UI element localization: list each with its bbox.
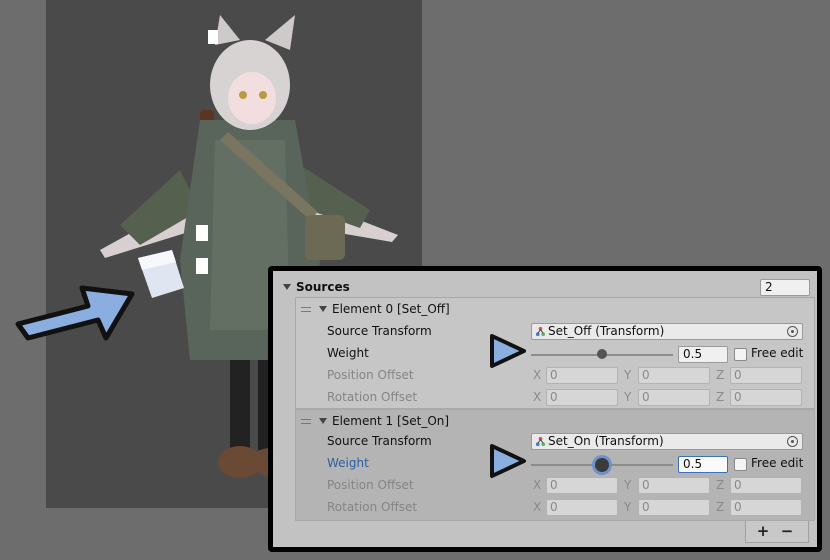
source-transform-value: Set_Off (Transform) [548,324,665,338]
transform-icon [535,326,546,337]
rotation-x-field[interactable]: 0 [546,389,618,406]
element-1-header[interactable]: Element 1 [Set_On] [301,411,449,431]
foldout-triangle-icon [319,306,327,312]
weight-field[interactable]: 0.5 [678,456,728,473]
position-x-field[interactable]: 0 [546,477,618,494]
source-transform-field[interactable]: Set_On (Transform) [531,433,803,450]
sources-title: Sources [296,280,350,294]
object-picker-icon[interactable] [787,326,798,337]
axis-x-label: X [533,500,542,514]
source-transform-label: Source Transform [327,324,432,338]
rotation-offset-label: Rotation Offset [327,390,418,404]
rotation-z-field[interactable]: 0 [730,389,802,406]
drag-handle-icon[interactable] [301,418,311,424]
rotation-x-field[interactable]: 0 [546,499,618,516]
inspector-panel: Sources 2 Element 0 [Set_Off] Source Tra… [268,266,822,552]
position-offset-label: Position Offset [327,368,414,382]
rotation-offset-label: Rotation Offset [327,500,418,514]
free-edit-checkbox[interactable] [734,458,747,471]
transform-icon [535,436,546,447]
rotation-y-field[interactable]: 0 [638,499,710,516]
free-edit-label: Free edit [751,456,804,470]
axis-y-label: Y [624,390,632,404]
play-arrow-icon [490,444,526,478]
element-0-header[interactable]: Element 0 [Set_Off] [301,299,450,319]
free-edit-checkbox[interactable] [734,348,747,361]
weight-label: Weight [327,346,369,360]
axis-y-label: Y [624,368,632,382]
weight-label: Weight [327,456,369,470]
position-offset-label: Position Offset [327,478,414,492]
rotation-y-field[interactable]: 0 [638,389,710,406]
element-1-title: Element 1 [Set_On] [332,414,450,428]
sources-size-field[interactable]: 2 [760,279,810,296]
position-y-field[interactable]: 0 [638,477,710,494]
axis-x-label: X [533,390,542,404]
weight-slider-handle[interactable] [595,458,609,472]
position-x-field[interactable]: 0 [546,367,618,384]
sources-foldout[interactable]: Sources [283,277,350,297]
source-transform-field[interactable]: Set_Off (Transform) [531,323,803,340]
play-arrow-icon [490,334,526,368]
annotation-arrow-icon [15,285,135,341]
axis-y-label: Y [624,500,632,514]
weight-field[interactable]: 0.5 [678,346,728,363]
rotation-z-field[interactable]: 0 [730,499,802,516]
axis-z-label: Z [716,500,725,514]
foldout-triangle-icon [319,418,327,424]
axis-y-label: Y [624,478,632,492]
source-transform-value: Set_On (Transform) [548,434,664,448]
position-z-field[interactable]: 0 [730,477,802,494]
element-0-title: Element 0 [Set_Off] [332,302,450,316]
position-y-field[interactable]: 0 [638,367,710,384]
weight-slider-handle[interactable] [597,349,607,359]
free-edit-label: Free edit [751,346,804,360]
axis-z-label: Z [716,390,725,404]
axis-x-label: X [533,368,542,382]
source-transform-label: Source Transform [327,434,432,448]
drag-handle-icon[interactable] [301,306,311,312]
axis-x-label: X [533,478,542,492]
object-picker-icon[interactable] [787,436,798,447]
position-z-field[interactable]: 0 [730,367,802,384]
axis-z-label: Z [716,478,725,492]
axis-z-label: Z [716,368,725,382]
remove-element-button[interactable]: − [775,522,799,540]
foldout-triangle-icon [283,284,291,290]
add-element-button[interactable]: + [751,522,775,540]
